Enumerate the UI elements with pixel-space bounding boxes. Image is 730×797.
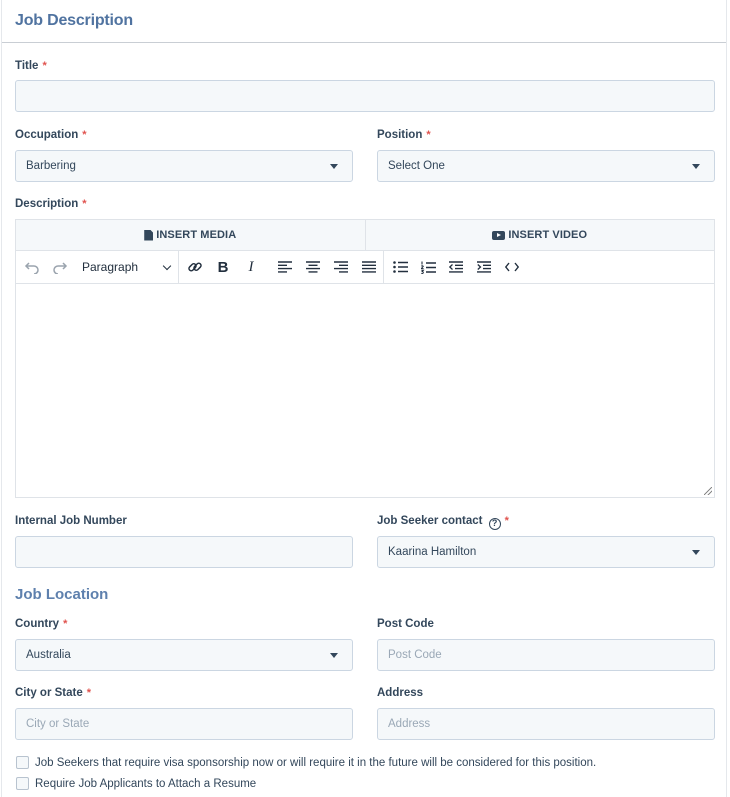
insert-video-label: INSERT VIDEO [508,229,588,241]
occupation-label: Occupation * [15,129,87,141]
address-input[interactable]: Address [377,708,715,740]
history-group: Paragraph [16,251,178,283]
require-resume-checkbox[interactable] [16,777,29,790]
redo-icon[interactable] [46,253,74,281]
link-icon[interactable] [181,253,209,281]
form-header: Job Description [2,0,726,43]
insert-media-button[interactable]: INSERT MEDIA [16,220,365,250]
required-marker: * [63,618,68,630]
chevron-down-icon [162,261,172,270]
align-right-icon[interactable] [327,253,355,281]
block-format-select[interactable]: Paragraph [74,253,178,281]
numbered-list-icon[interactable] [414,253,442,281]
media-bar: INSERT MEDIA INSERT VIDEO [16,220,714,251]
require-resume-option[interactable]: Require Job Applicants to Attach a Resum… [16,777,256,790]
required-marker: * [82,198,87,210]
caret-down-icon [330,652,338,658]
title-label-text: Title [15,60,39,72]
caret-down-icon [692,163,700,169]
occupation-selected-value: Barbering [26,160,76,172]
insert-media-label: INSERT MEDIA [156,229,237,241]
youtube-icon [492,230,506,240]
document-icon [144,229,154,241]
job-seeker-contact-select[interactable]: Kaarina Hamilton [377,536,715,568]
country-label-text: Country [15,618,60,630]
internal-job-number-label: Internal Job Number [15,515,127,527]
post-code-label-text: Post Code [377,618,434,630]
visa-sponsorship-label: Job Seekers that require visa sponsorshi… [35,756,597,769]
required-marker: * [86,687,92,699]
indent-icon[interactable] [470,253,498,281]
title-input[interactable] [15,80,715,112]
city-state-label-text: City or State [15,687,83,699]
undo-icon[interactable] [18,253,46,281]
title-label: Title * [15,60,47,72]
required-marker: * [82,129,87,141]
required-marker: * [426,129,431,141]
job-seeker-contact-label-text: Job Seeker contact [377,515,483,527]
block-format-value: Paragraph [82,260,139,274]
outdent-icon[interactable] [442,253,470,281]
align-justify-icon[interactable] [355,253,383,281]
description-editor-area[interactable] [16,284,714,497]
city-state-label: City or State * [15,687,91,699]
internal-job-number-label-text: Internal Job Number [15,515,127,527]
occupation-label-text: Occupation [15,129,79,141]
required-marker: * [42,60,47,72]
job-seeker-contact-value: Kaarina Hamilton [388,546,477,558]
list-group [383,251,526,283]
code-icon[interactable] [498,253,526,281]
position-label-text: Position [377,129,423,141]
country-select[interactable]: Australia [15,639,353,671]
italic-icon[interactable]: I [237,253,265,281]
description-label-text: Description [15,198,79,210]
country-selected-value: Australia [26,649,71,661]
occupation-select[interactable]: Barbering [15,150,353,182]
job-location-heading: Job Location [15,586,109,603]
editor-toolbar: Paragraph B I [16,251,714,284]
position-label: Position * [377,129,431,141]
insert-video-button[interactable]: INSERT VIDEO [364,220,715,250]
position-selected-value: Select One [388,160,445,172]
require-resume-label: Require Job Applicants to Attach a Resum… [35,777,257,790]
city-state-placeholder: City or State [26,718,90,730]
address-placeholder: Address [388,718,431,730]
job-description-form: Job Description Title * Occupation * Barbe… [1,0,727,797]
description-label: Description * [15,198,87,210]
help-icon[interactable]: ? [488,518,501,530]
caret-down-icon [692,549,700,555]
internal-job-number-input[interactable] [15,536,353,568]
city-state-input[interactable]: City or State [15,708,353,740]
visa-sponsorship-checkbox[interactable] [16,756,29,769]
align-left-icon[interactable] [271,253,299,281]
align-center-icon[interactable] [299,253,327,281]
visa-sponsorship-option[interactable]: Job Seekers that require visa sponsorshi… [16,756,596,769]
rich-text-editor: INSERT MEDIA INSERT VIDEO Paragraph B I [15,219,715,498]
caret-down-icon [330,163,338,169]
post-code-placeholder: Post Code [388,649,442,661]
post-code-label: Post Code [377,618,434,630]
address-label: Address [377,687,423,699]
format-group: B I [178,251,383,283]
bullet-list-icon[interactable] [386,253,414,281]
required-marker: * [504,515,509,527]
job-seeker-contact-label: Job Seeker contact ? * [377,515,509,530]
resize-handle-icon[interactable] [704,487,712,495]
bold-icon[interactable]: B [209,253,237,281]
country-label: Country * [15,618,67,630]
address-label-text: Address [377,687,424,699]
post-code-input[interactable]: Post Code [377,639,715,671]
page-title: Job Description [15,12,133,29]
position-select[interactable]: Select One [377,150,715,182]
